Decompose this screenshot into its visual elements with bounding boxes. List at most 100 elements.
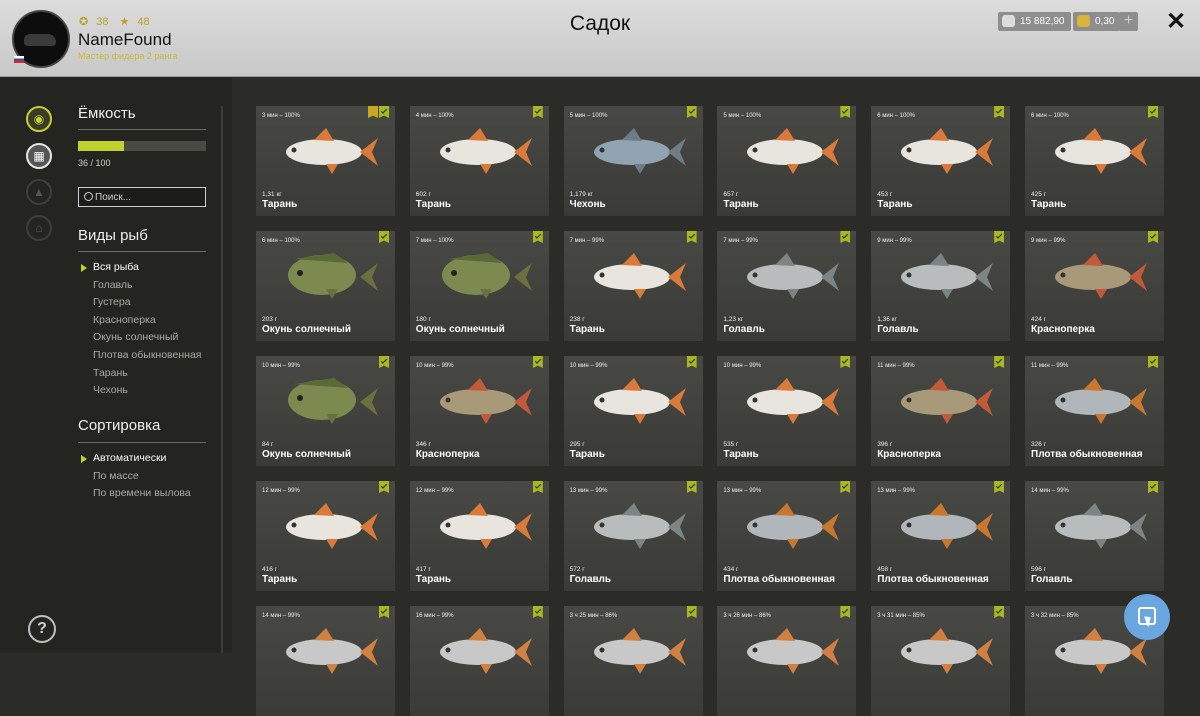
fish-card[interactable]: 3 мин – 100% 1,31 кг Тарань (256, 106, 395, 216)
sorting-list: Автоматически По массе По времени вылова (80, 450, 191, 503)
catch-time: 13 мин – 99% (877, 488, 915, 494)
fish-card[interactable]: 10 мин – 99% 346 г Красноперка (409, 356, 549, 466)
species-item[interactable]: Густера (80, 294, 201, 312)
check-icon[interactable] (686, 606, 697, 618)
fish-card[interactable]: 10 мин – 99% 84 г Окунь солнечный (256, 356, 395, 466)
fish-card[interactable]: 3 ч 26 мин – 86% (717, 606, 857, 716)
fish-card[interactable]: 11 мин – 99% 396 г Красноперка (871, 356, 1011, 466)
fish-card[interactable]: 6 мин – 100% 425 г Тарань (1025, 106, 1164, 216)
check-icon[interactable] (840, 481, 851, 493)
help-icon[interactable]: ? (28, 615, 56, 643)
search-input[interactable] (95, 189, 203, 205)
fish-card[interactable]: 6 мин – 100% 453 г Тарань (871, 106, 1011, 216)
check-icon[interactable] (1148, 356, 1158, 368)
keepnet-icon[interactable]: ▦ (26, 143, 52, 169)
check-icon[interactable] (994, 106, 1005, 118)
fish-name: Тарань (415, 199, 452, 210)
fish-card[interactable]: 14 мин – 99% 596 г Голавль (1025, 481, 1164, 591)
fish-card[interactable]: 13 мин – 99% 458 г Плотва обыкновенная (871, 481, 1011, 591)
catch-time: 5 мин – 100% (723, 113, 762, 119)
check-icon[interactable] (379, 106, 389, 118)
fish-weight: 602 г (415, 191, 431, 198)
close-icon[interactable]: ✕ (1164, 10, 1188, 34)
fish-card[interactable]: 13 мин – 99% 434 г Плотва обыкновенная (717, 481, 857, 591)
fish-card[interactable]: 3 ч 25 мин – 86% (563, 606, 703, 716)
fish-image (901, 503, 994, 549)
cat-icon (24, 34, 56, 46)
check-icon[interactable] (686, 356, 697, 368)
fish-card[interactable]: 10 мин – 99% 295 г Тарань (563, 356, 703, 466)
check-icon[interactable] (994, 356, 1005, 368)
check-icon[interactable] (994, 481, 1005, 493)
check-icon[interactable] (840, 231, 851, 243)
fish-card[interactable]: 6 мин – 100% 203 г Окунь солнечный (256, 231, 395, 341)
fish-image (288, 378, 378, 424)
fish-card[interactable]: 7 мин – 99% 1,23 кг Голавль (717, 231, 857, 341)
coins-count: 38 (96, 16, 109, 28)
check-icon[interactable] (1148, 481, 1158, 493)
silver-balance: 15 882,90 (998, 12, 1071, 31)
fish-card[interactable]: 13 мин – 99% 572 г Голавль (563, 481, 703, 591)
fish-card[interactable]: 3 ч 31 мин – 85% (871, 606, 1011, 716)
species-item[interactable]: Чехонь (80, 382, 201, 400)
fish-image (286, 503, 378, 549)
fish-card[interactable]: 16 мин – 99% (409, 606, 549, 716)
catch-time: 6 мин – 100% (877, 113, 915, 119)
species-item[interactable]: Окунь солнечный (80, 329, 201, 347)
fish-name: Тарань (262, 199, 298, 210)
check-icon[interactable] (379, 231, 389, 243)
check-icon[interactable] (686, 481, 697, 493)
check-icon[interactable] (379, 481, 389, 493)
check-icon[interactable] (686, 106, 697, 118)
fish-image (593, 628, 686, 674)
fish-card[interactable]: 10 мин – 99% 535 г Тарань (717, 356, 857, 466)
check-icon[interactable] (840, 106, 851, 118)
fish-weight: 453 г (877, 191, 893, 198)
check-icon[interactable] (994, 606, 1005, 618)
fish-card[interactable]: 7 мин – 99% 238 г Тарань (563, 231, 703, 341)
catch-time: 3 ч 32 мин – 85% (1031, 613, 1079, 619)
search-field[interactable] (78, 187, 206, 207)
fish-card[interactable]: 12 мин – 99% 416 г Тарань (256, 481, 395, 591)
fish-card[interactable]: 5 мин – 100% 1,179 кг Чехонь (563, 106, 703, 216)
fish-icon[interactable]: ◉ (26, 106, 52, 132)
fish-card[interactable]: 11 мин – 99% 326 г Плотва обыкновенная (1025, 356, 1164, 466)
catch-time: 16 мин – 99% (415, 613, 454, 619)
species-item[interactable]: Красноперка (80, 312, 201, 330)
fish-card[interactable]: 9 мин – 99% 424 г Красноперка (1025, 231, 1164, 341)
check-icon[interactable] (532, 606, 543, 618)
fish-name: Окунь солнечный (262, 449, 351, 460)
check-icon[interactable] (840, 606, 851, 618)
fish-card[interactable]: 12 мин – 99% 417 г Тарань (409, 481, 549, 591)
species-item[interactable]: Тарань (80, 365, 201, 383)
check-icon[interactable] (532, 231, 543, 243)
species-item[interactable]: Вся рыба (80, 259, 201, 277)
fish-card[interactable]: 14 мин – 99% (256, 606, 395, 716)
fish-card[interactable]: 4 мин – 100% 602 г Тарань (409, 106, 549, 216)
fish-card[interactable]: 9 мин – 99% 1,36 кг Голавль (871, 231, 1011, 341)
check-icon[interactable] (994, 231, 1005, 243)
check-icon[interactable] (379, 606, 389, 618)
sort-item[interactable]: По времени вылова (80, 485, 191, 503)
species-item[interactable]: Голавль (80, 277, 201, 295)
stars-count: 48 (137, 16, 150, 28)
check-icon[interactable] (686, 231, 697, 243)
sort-item[interactable]: По массе (80, 468, 191, 486)
add-currency-button[interactable]: + (1119, 12, 1138, 31)
sort-item[interactable]: Автоматически (80, 450, 191, 468)
fire-icon[interactable]: ▲ (26, 179, 52, 205)
home-icon[interactable]: ⌂ (26, 215, 52, 241)
check-icon[interactable] (840, 356, 851, 368)
check-icon[interactable] (532, 481, 543, 493)
check-icon[interactable] (379, 356, 389, 368)
cursor-mode-button[interactable] (1124, 594, 1170, 640)
fish-card[interactable]: 5 мин – 100% 657 г Тарань (717, 106, 857, 216)
player-stats: ✪ 38 ★ 48 (79, 15, 158, 28)
check-icon[interactable] (1148, 231, 1158, 243)
fish-name: Голавль (723, 324, 765, 335)
check-icon[interactable] (532, 106, 543, 118)
check-icon[interactable] (532, 356, 543, 368)
check-icon[interactable] (1148, 106, 1158, 118)
species-item[interactable]: Плотва обыкновенная (80, 347, 201, 365)
fish-card[interactable]: 7 мин – 100% 180 г Окунь солнечный (409, 231, 549, 341)
